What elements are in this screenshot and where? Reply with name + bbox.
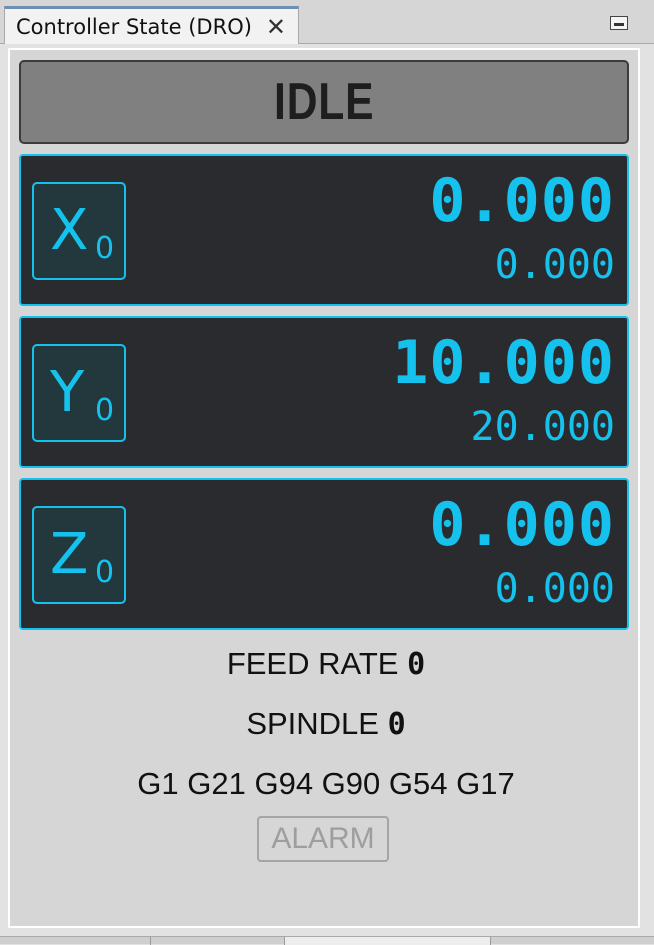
y-machine-position: 20.000 — [470, 404, 616, 450]
axis-z-zero-subscript: 0 — [95, 555, 115, 590]
axis-y-letter: Y — [50, 360, 85, 425]
dro-panel: IDLE X 0 0.000 0.000 Y 0 10.000 20.000 Z… — [8, 48, 640, 928]
zero-x-button[interactable]: X 0 — [32, 182, 126, 280]
feed-rate-label: FEED RATE — [226, 646, 399, 681]
tab-controller-state[interactable]: Controller State (DRO) ✕ — [4, 6, 299, 44]
zero-z-button[interactable]: Z 0 — [32, 506, 126, 604]
controller-state-button[interactable]: IDLE — [19, 60, 629, 144]
feed-rate-row: FEED RATE 0 — [10, 646, 642, 682]
axis-z-letter: Z — [50, 522, 89, 587]
tab-title: Controller State (DRO) — [16, 14, 252, 39]
alarm-button[interactable]: ALARM — [257, 816, 389, 862]
close-icon[interactable]: ✕ — [266, 13, 286, 41]
z-work-position[interactable]: 0.000 — [429, 490, 615, 560]
zero-y-button[interactable]: Y 0 — [32, 344, 126, 442]
minimize-icon[interactable] — [610, 16, 628, 30]
x-work-position[interactable]: 0.000 — [429, 166, 615, 236]
axis-z-row: Z 0 0.000 0.000 — [19, 478, 629, 630]
gcode-modes: G1 G21 G94 G90 G54 G17 — [137, 766, 515, 801]
z-machine-position: 0.000 — [494, 566, 615, 612]
x-machine-position: 0.000 — [494, 242, 615, 288]
y-work-position[interactable]: 10.000 — [392, 328, 615, 398]
spindle-value: 0 — [387, 707, 406, 742]
tab-bar: Controller State (DRO) ✕ — [0, 0, 654, 44]
axis-x-zero-subscript: 0 — [95, 231, 115, 266]
bottom-tab-strip — [0, 936, 654, 945]
axis-x-letter: X — [50, 198, 89, 263]
spindle-label: SPINDLE — [246, 706, 379, 741]
spindle-row: SPINDLE 0 — [10, 706, 642, 742]
axis-x-row: X 0 0.000 0.000 — [19, 154, 629, 306]
axis-y-row: Y 0 10.000 20.000 — [19, 316, 629, 468]
controller-state-label: IDLE — [273, 73, 375, 131]
axis-y-zero-subscript: 0 — [95, 393, 115, 428]
feed-rate-value: 0 — [407, 647, 426, 682]
